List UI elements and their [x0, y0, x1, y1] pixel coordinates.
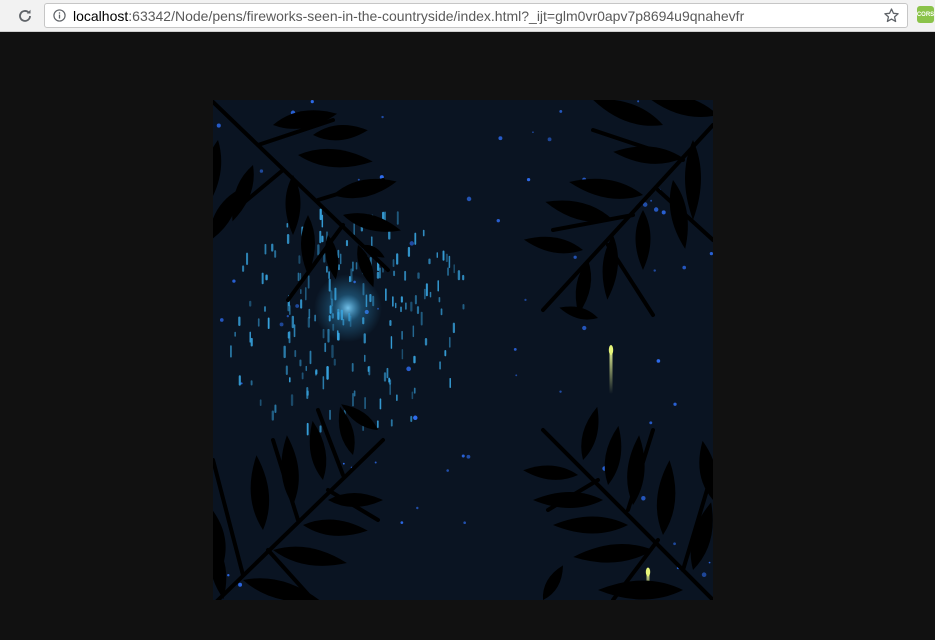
star-dot: [219, 318, 224, 322]
url-host: localhost: [73, 8, 129, 24]
leaf: [575, 260, 592, 315]
star-dot: [653, 269, 656, 272]
star-dot: [496, 218, 500, 223]
star-dot: [637, 100, 640, 103]
star-dot: [238, 582, 243, 587]
leaf: [613, 146, 683, 164]
star-dot: [259, 169, 264, 173]
star-dot: [416, 506, 419, 510]
leaf: [213, 140, 222, 196]
leaf: [651, 100, 713, 118]
star-dot: [295, 304, 300, 308]
browser-toolbar: localhost:63342/Node/pens/fireworks-seen…: [0, 0, 935, 32]
star-dot: [232, 279, 236, 283]
leaf: [303, 519, 368, 536]
star-dot: [513, 347, 517, 351]
star-dot: [463, 521, 466, 525]
fireworks-scene: [213, 100, 713, 600]
address-bar[interactable]: localhost:63342/Node/pens/fireworks-seen…: [44, 3, 908, 28]
leaf: [669, 180, 688, 249]
branch: [541, 428, 713, 600]
star-dot: [286, 315, 289, 318]
star-dot: [446, 469, 449, 472]
leaf: [273, 546, 347, 566]
leaf: [604, 425, 622, 485]
cors-extension-button[interactable]: CORS: [917, 6, 934, 23]
leaf: [598, 580, 683, 600]
star-dot: [532, 131, 534, 133]
star-dot: [559, 390, 562, 393]
star-dot: [650, 199, 653, 202]
leaf: [243, 578, 320, 600]
leaf: [569, 178, 643, 199]
star-dot: [400, 521, 404, 524]
fireworks-canvas[interactable]: [213, 100, 713, 600]
star-dot: [406, 366, 411, 372]
leaf: [656, 460, 676, 535]
leaf: [593, 100, 663, 126]
star-dot: [413, 415, 418, 420]
star-dot: [216, 123, 221, 128]
star-dot: [526, 177, 531, 182]
cors-extension-label: CORS: [916, 11, 935, 18]
star-dot: [573, 255, 577, 259]
star-dot: [701, 572, 707, 578]
leaf: [313, 125, 368, 141]
star-dot: [709, 251, 713, 256]
star-dot: [381, 115, 384, 119]
star-dot: [374, 461, 377, 464]
leaf: [553, 516, 628, 534]
rocket-head: [608, 345, 614, 355]
star-dot: [498, 136, 503, 141]
firework-burst: [230, 208, 465, 436]
star-dot: [466, 454, 471, 459]
leaf: [635, 210, 651, 270]
star-dot: [227, 574, 230, 577]
star-dot: [559, 109, 563, 113]
star-dot: [466, 196, 472, 202]
leaf: [559, 306, 598, 320]
star-dot: [656, 359, 661, 363]
star-dot: [582, 325, 587, 331]
leaf: [542, 565, 563, 600]
star-dot: [641, 496, 646, 501]
reload-button[interactable]: [14, 5, 36, 27]
star-dot: [515, 374, 518, 377]
star-dot: [524, 298, 527, 301]
leaf: [250, 455, 270, 530]
leaf: [298, 148, 373, 168]
star-icon[interactable]: [883, 7, 900, 24]
star-dot: [279, 322, 284, 327]
star-dot: [661, 210, 666, 215]
star-dot: [653, 207, 659, 212]
star-dot: [357, 178, 360, 181]
star-dot: [682, 265, 687, 270]
leaf: [523, 236, 583, 254]
leaf: [281, 435, 299, 505]
foliage-layer: [213, 100, 713, 600]
star-dot: [708, 561, 711, 564]
star-dot: [310, 100, 314, 104]
url-path: :63342/Node/pens/fireworks-seen-in-the-c…: [128, 8, 745, 24]
leaf: [545, 200, 613, 222]
star-dot: [342, 462, 345, 465]
star-dot: [409, 241, 414, 246]
leaf: [581, 406, 599, 460]
star-dot: [649, 421, 653, 425]
star-dot: [673, 542, 676, 546]
leaf: [273, 110, 338, 129]
reload-icon: [19, 9, 31, 22]
star-dot: [673, 402, 677, 406]
leaf: [343, 213, 401, 232]
rocket-head: [645, 567, 651, 577]
url-text: localhost:63342/Node/pens/fireworks-seen…: [73, 8, 744, 24]
leaf: [523, 465, 578, 480]
leaf: [533, 492, 603, 508]
leaf: [333, 178, 397, 199]
leaf: [627, 435, 645, 505]
stars-layer: [216, 100, 713, 587]
star-dot: [461, 454, 465, 458]
star-dot: [547, 137, 552, 142]
info-icon[interactable]: [53, 9, 66, 22]
